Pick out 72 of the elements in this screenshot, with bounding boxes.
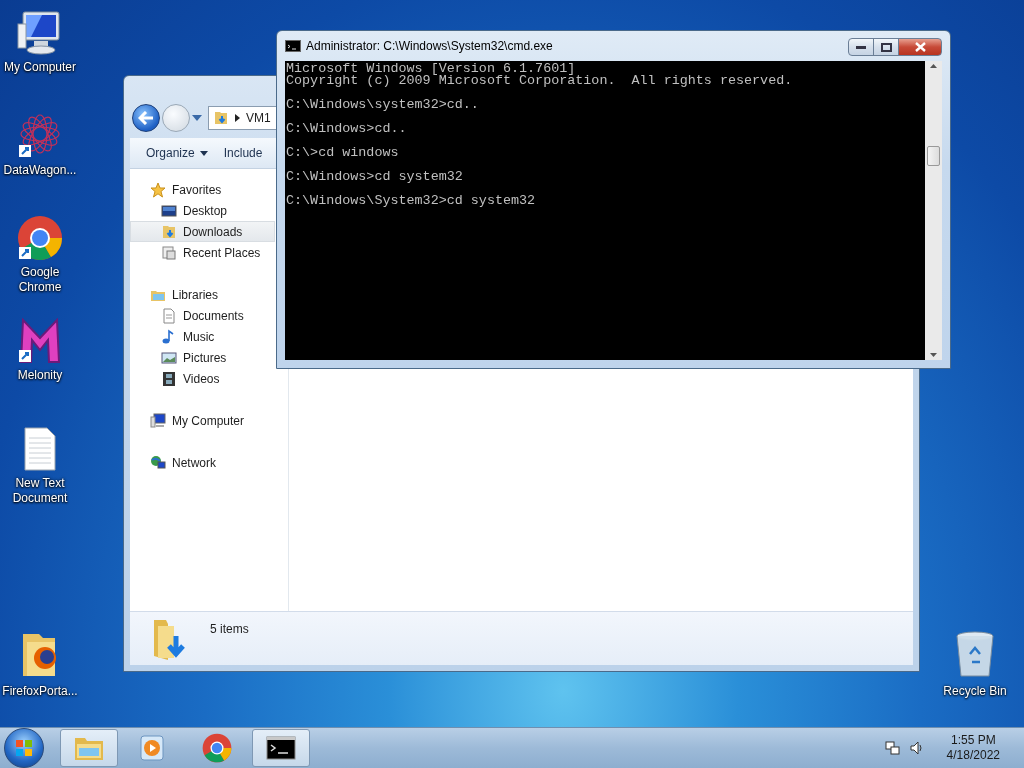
- network-icon: [150, 454, 166, 471]
- dropdown-caret-icon: [199, 150, 208, 156]
- console-line: C:\Windows>cd system32: [286, 171, 464, 183]
- close-button[interactable]: [898, 38, 942, 56]
- minimize-icon: [856, 45, 866, 49]
- star-icon: [150, 181, 166, 198]
- start-button[interactable]: [4, 728, 44, 768]
- nav-item[interactable]: Libraries: [130, 284, 275, 305]
- clock[interactable]: 1:55 PM 4/18/2022: [946, 733, 1000, 763]
- windows-logo-icon: [15, 739, 33, 757]
- computer-icon: [150, 412, 166, 429]
- console-line: C:\Windows>cd..: [286, 123, 408, 135]
- picture-icon: [161, 349, 177, 366]
- scroll-thumb[interactable]: [927, 145, 940, 166]
- desktop-icon-label[interactable]: Recycle Bin: [943, 684, 1007, 699]
- nav-item[interactable]: Pictures: [130, 347, 275, 368]
- download-folder-icon: [161, 223, 177, 240]
- restore-icon: [880, 42, 892, 52]
- back-arrow-icon: [138, 111, 154, 125]
- nav-item[interactable]: Music: [130, 326, 275, 347]
- document-icon: [161, 307, 177, 324]
- recent-places-icon: [161, 244, 177, 261]
- media-player-icon: [139, 734, 167, 762]
- console-line: Microsoft Windows [Version 6.1.7601]: [286, 63, 576, 75]
- close-icon: [914, 42, 926, 52]
- desktop-icon-label[interactable]: Melonity: [17, 368, 63, 383]
- minimize-button[interactable]: [848, 38, 874, 56]
- nav-item[interactable]: Favorites: [130, 179, 275, 200]
- chrome-logo-icon: [17, 215, 63, 261]
- console-icon: [266, 736, 296, 760]
- network-status-icon: [884, 740, 901, 756]
- star-lattice-icon: [17, 113, 63, 159]
- nav-item[interactable]: Recent Places: [130, 242, 275, 263]
- desktop-icon-label[interactable]: My Computer: [4, 60, 76, 75]
- console-line: C:\Windows\system32>cd..: [286, 99, 480, 111]
- console-line: C:\>cd windows: [286, 147, 400, 159]
- chrome-logo-icon: [202, 733, 232, 763]
- scroll-down-arrow-icon: [930, 353, 937, 357]
- desktop-icon-label[interactable]: Google Chrome: [0, 265, 80, 295]
- desktop-icon-label[interactable]: DataWagon...: [3, 163, 77, 178]
- item-count: 5 items: [210, 622, 249, 636]
- scroll-up-arrow-icon: [930, 64, 937, 68]
- console-line: Copyright (c) 2009 Microsoft Corporation. All rights reserved.: [286, 75, 794, 87]
- taskbar-button[interactable]: [252, 729, 310, 767]
- download-folder-icon: [152, 618, 188, 662]
- computer-icon: [17, 10, 63, 56]
- letter-m-logo-icon: [17, 318, 63, 364]
- film-strip-icon: [161, 370, 177, 387]
- desktop-icon-label[interactable]: New Text Document: [0, 476, 80, 506]
- desktop-icon: [161, 202, 177, 219]
- toolbar-button[interactable]: Organize: [146, 146, 208, 160]
- address-field[interactable]: VM1: [208, 106, 278, 130]
- nav-item[interactable]: Documents: [130, 305, 275, 326]
- history-caret-icon: [192, 115, 202, 121]
- speaker-icon: [908, 740, 925, 756]
- clock-time: 1:55 PM: [950, 733, 996, 748]
- nav-item[interactable]: Videos: [130, 368, 275, 389]
- window-title: Administrator: C:\Windows\System32\cmd.exe: [306, 39, 554, 53]
- nav-item[interactable]: My Computer: [130, 410, 275, 431]
- toolbar-button[interactable]: Include: [223, 146, 263, 160]
- download-folder-icon: [213, 110, 229, 126]
- nav-item[interactable]: Downloads: [130, 221, 275, 242]
- nav-item[interactable]: Network: [130, 452, 275, 473]
- nav-item[interactable]: Desktop: [130, 200, 275, 221]
- console-line: C:\Windows\System32>cd system32: [286, 195, 537, 207]
- console-icon: [285, 40, 301, 52]
- desktop-icon-label[interactable]: FirefoxPorta...: [2, 684, 78, 699]
- clock-date: 4/18/2022: [946, 748, 1000, 763]
- breadcrumb-text: VM1: [246, 111, 271, 125]
- breadcrumb-arrow-icon: [235, 114, 240, 122]
- back-button[interactable]: [132, 104, 160, 132]
- maximize-button[interactable]: [873, 38, 899, 56]
